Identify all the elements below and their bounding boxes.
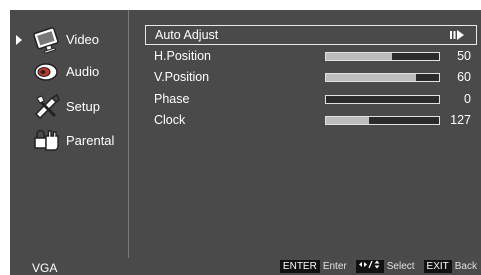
menu-row-phase[interactable]: Phase 0	[145, 90, 477, 110]
phase-slider[interactable]	[325, 95, 440, 104]
menu-row-auto-adjust[interactable]: Auto Adjust	[145, 25, 477, 45]
slider-fill	[391, 53, 439, 60]
selected-arrow-icon	[16, 35, 22, 45]
menu-row-label: Auto Adjust	[155, 28, 219, 42]
monitor-icon	[33, 27, 59, 54]
slider-fill	[368, 117, 439, 124]
sidebar-item-label: Parental	[66, 133, 115, 148]
exit-key: EXIT	[423, 260, 452, 273]
play-action-icon	[450, 30, 464, 40]
sidebar-item-label: Video	[66, 32, 100, 47]
menu-row-value: 60	[457, 70, 471, 84]
back-hint: Back	[454, 261, 477, 272]
menu-row-label: V.Position	[154, 70, 210, 84]
input-source-label: VGA	[32, 261, 58, 275]
enter-hint: Enter	[322, 261, 347, 272]
navigate-arrows-icon	[355, 260, 384, 273]
status-bar: VGA ENTER Enter Select EXIT Back	[10, 258, 481, 275]
enter-key: ENTER	[279, 260, 320, 273]
osd-menu: Video Audio Setup Parental Auto Adjust H…	[10, 10, 481, 275]
slider-fill	[416, 74, 439, 81]
sidebar-item-video[interactable]: Video	[10, 25, 128, 55]
key-hints: ENTER Enter Select EXIT Back	[279, 260, 477, 273]
menu-row-value: 50	[457, 49, 471, 63]
video-settings-panel: Auto Adjust H.Position 50 V.Position 60 …	[129, 10, 481, 258]
sidebar-item-label: Audio	[66, 64, 100, 79]
menu-row-value: 0	[464, 92, 471, 106]
menu-row-label: Clock	[154, 113, 186, 127]
sidebar-item-audio[interactable]: Audio	[10, 57, 128, 87]
menu-row-label: H.Position	[154, 49, 211, 63]
sidebar-item-label: Setup	[66, 99, 100, 114]
speaker-icon	[34, 63, 58, 81]
sidebar: Video Audio Setup Parental	[10, 10, 129, 258]
sidebar-item-setup[interactable]: Setup	[10, 92, 128, 122]
menu-row-clock[interactable]: Clock 127	[145, 111, 477, 131]
sidebar-item-parental[interactable]: Parental	[10, 126, 128, 156]
hand-lock-icon	[34, 129, 59, 151]
clock-slider[interactable]	[325, 116, 440, 125]
slider-fill	[326, 96, 439, 103]
menu-row-v-position[interactable]: V.Position 60	[145, 68, 477, 88]
tools-icon	[34, 93, 60, 120]
menu-row-h-position[interactable]: H.Position 50	[145, 47, 477, 67]
menu-row-value: 127	[450, 113, 471, 127]
select-hint: Select	[386, 261, 415, 272]
v-position-slider[interactable]	[325, 73, 440, 82]
menu-row-label: Phase	[154, 92, 190, 106]
h-position-slider[interactable]	[325, 52, 440, 61]
